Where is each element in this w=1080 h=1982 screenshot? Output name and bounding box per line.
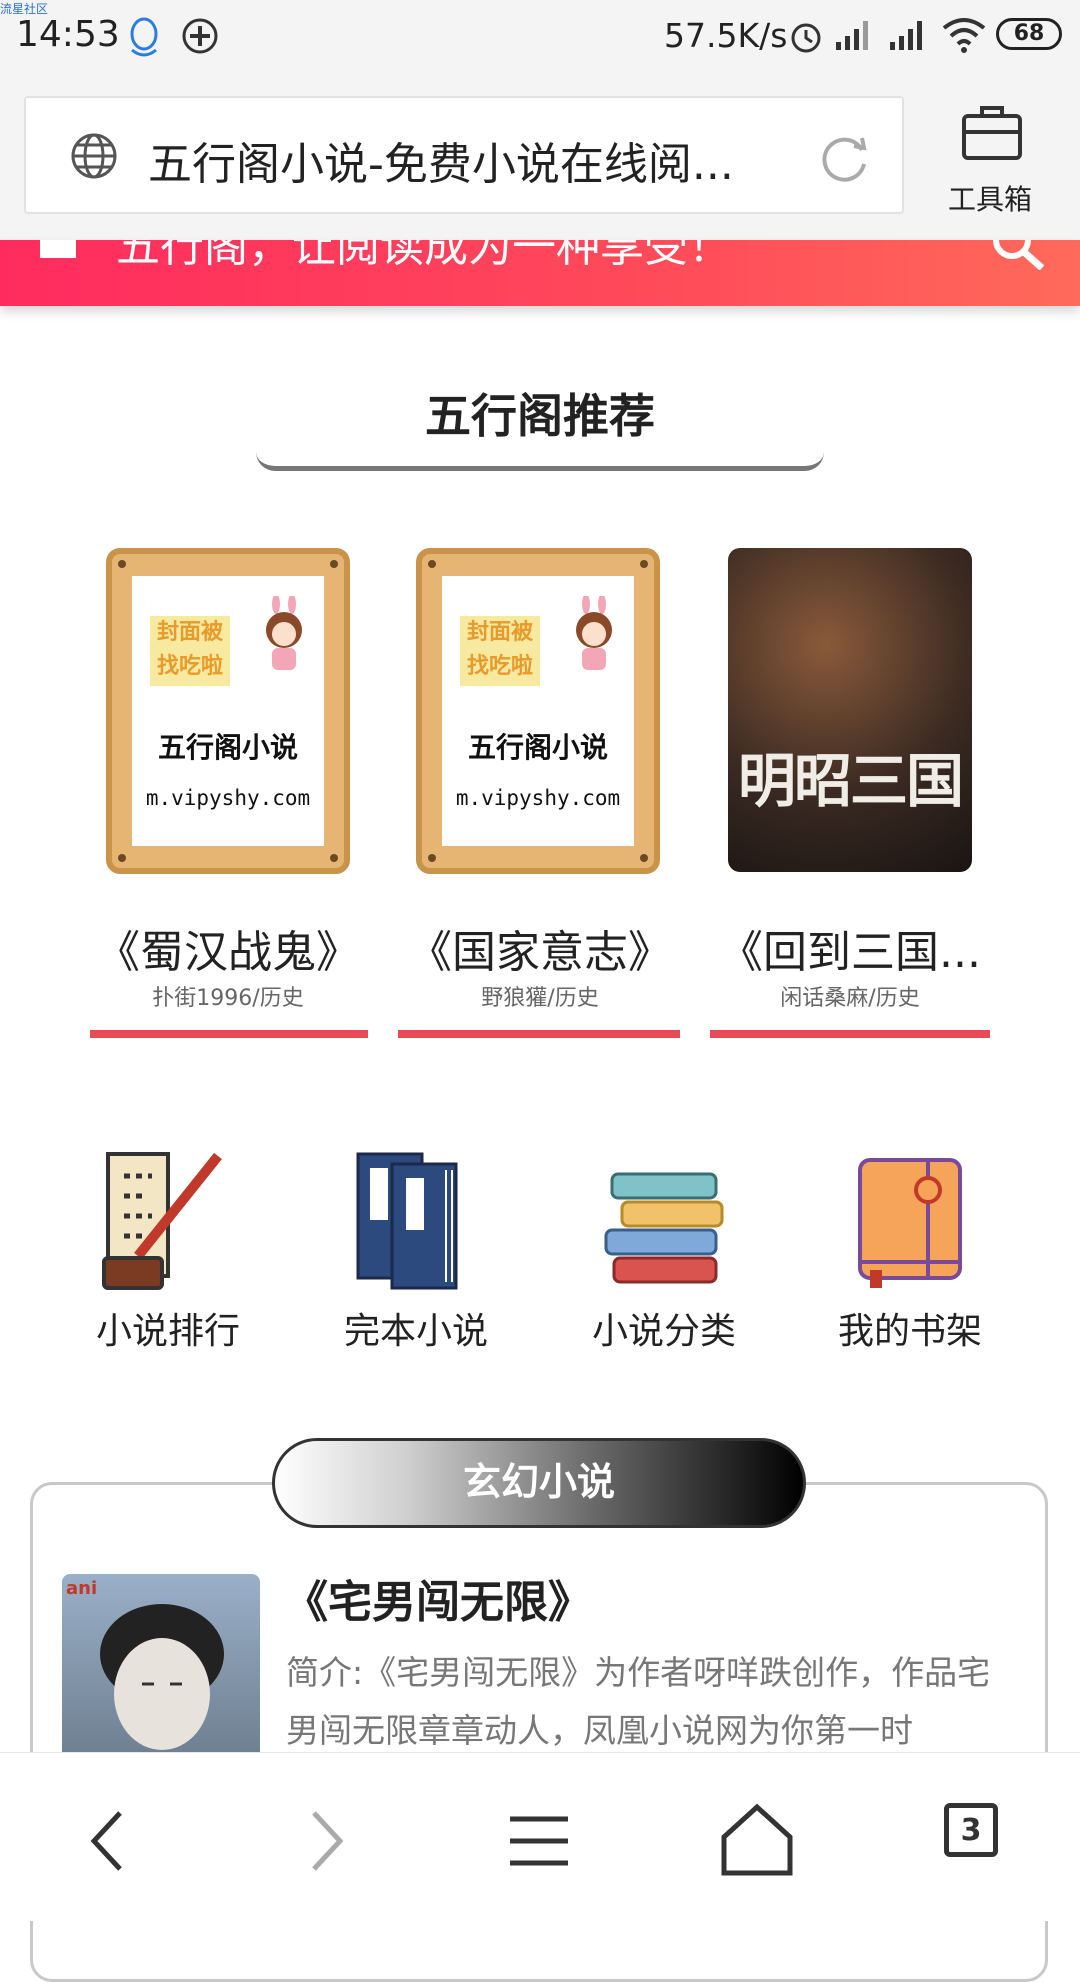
qq-icon xyxy=(130,17,158,57)
wifi-icon xyxy=(942,18,986,53)
book-cover-placeholder[interactable]: 封面被找吃啦 五行阁小说 m.vipyshy.com xyxy=(416,548,660,874)
cartoon-girl-icon xyxy=(576,596,612,670)
globe-icon xyxy=(71,133,117,179)
app-notification-icon xyxy=(182,18,218,54)
book-cover-placeholder[interactable]: 封面被找吃啦 五行阁小说 m.vipyshy.com xyxy=(106,548,350,874)
toolbox-icon[interactable] xyxy=(960,100,1024,162)
novel-intro: 简介:《宅男闯无限》为作者呀咩跌创作，作品宅男闯无限章章动人，凤凰小说网为你第一… xyxy=(286,1653,991,1750)
signal-icon-2 xyxy=(890,21,922,50)
signal-icon-1 xyxy=(836,21,868,50)
browser-bottom-nav: 3 xyxy=(0,1752,1080,1921)
book-meta-3: 闲话桑麻/历史 xyxy=(780,986,920,1011)
genre-title-pill[interactable]: 玄幻小说 xyxy=(272,1438,806,1528)
book-title-2[interactable]: 《国家意志》 xyxy=(390,916,690,980)
cover-placeholder-badge: 封面被找吃啦 xyxy=(460,616,540,686)
tabs-button[interactable]: 3 xyxy=(944,1803,998,1857)
cartoon-girl-icon xyxy=(266,596,302,670)
book-title-1[interactable]: 《蜀汉战鬼》 xyxy=(78,916,378,980)
book-title-3[interactable]: 《回到三国... xyxy=(700,916,1000,980)
cover-art-title: 明昭三国 xyxy=(737,747,964,815)
character-portrait xyxy=(100,1604,224,1750)
alarm-icon xyxy=(791,23,821,53)
book-card-3[interactable]: 明昭三国 xyxy=(728,548,972,874)
category-label-classify[interactable]: 小说分类 xyxy=(554,1302,774,1354)
category-label-bookshelf[interactable]: 我的书架 xyxy=(800,1302,1020,1354)
section-title-recommend: 五行阁推荐 xyxy=(425,389,655,443)
menu-icon[interactable] xyxy=(494,1795,584,1885)
scroll-brush-icon xyxy=(102,1152,222,1290)
notebook-icon xyxy=(858,1158,962,1288)
book-card-1[interactable]: 封面被找吃啦 五行阁小说 m.vipyshy.com xyxy=(106,548,350,874)
site-slogan: 五行阁，让阅读成为一种享受！ xyxy=(116,240,732,272)
book-underline-2 xyxy=(398,1030,680,1038)
section-title-underline xyxy=(256,452,824,471)
book-meta-2: 野狼獾/历史 xyxy=(481,986,599,1011)
category-label-ranking[interactable]: 小说排行 xyxy=(58,1302,278,1354)
cover-publisher-logo: ani xyxy=(66,1578,98,1599)
toolbox-label[interactable]: 工具箱 xyxy=(948,178,1032,218)
book-underline-3 xyxy=(710,1030,990,1038)
book-cover-image[interactable]: 明昭三国 xyxy=(728,548,972,872)
cover-placeholder-badge: 封面被找吃啦 xyxy=(150,616,230,686)
book-underline-1 xyxy=(90,1030,368,1038)
books-blue-icon xyxy=(356,1152,458,1290)
novel-title[interactable]: 《宅男闯无限》 xyxy=(284,1566,592,1630)
novel-cover-image[interactable]: ani xyxy=(62,1574,260,1764)
site-header-banner: 五行阁，让阅读成为一种享受！ xyxy=(0,240,1080,306)
home-nav-icon[interactable] xyxy=(712,1795,802,1885)
cover-site-name: 五行阁小说 xyxy=(467,731,608,764)
url-field[interactable]: 五行阁小说-免费小说在线阅... xyxy=(24,96,904,214)
search-icon[interactable] xyxy=(990,240,1050,270)
clock: 14:53 xyxy=(16,14,120,55)
book-meta-1: 扑街1996/历史 xyxy=(152,986,304,1011)
category-label-completed[interactable]: 完本小说 xyxy=(306,1302,526,1354)
battery-indicator: 68 xyxy=(996,18,1062,50)
back-icon[interactable] xyxy=(62,1795,152,1885)
book-card-2[interactable]: 封面被找吃啦 五行阁小说 m.vipyshy.com xyxy=(416,548,660,874)
book-stack-icon xyxy=(604,1172,724,1284)
cover-domain: m.vipyshy.com xyxy=(455,786,621,810)
browser-address-bar: 五行阁小说-免费小说在线阅... 工具箱 xyxy=(0,80,1080,240)
status-bar: 流星社区 14:53 57.5K/s 68 xyxy=(0,0,1080,80)
network-speed: 57.5K/s xyxy=(664,16,788,55)
page-title-in-url: 五行阁小说-免费小说在线阅... xyxy=(148,139,734,190)
cover-site-name: 五行阁小说 xyxy=(157,731,298,764)
cover-domain: m.vipyshy.com xyxy=(145,786,311,810)
refresh-icon[interactable] xyxy=(818,132,872,186)
forward-icon[interactable] xyxy=(282,1795,372,1885)
home-icon[interactable] xyxy=(36,240,80,260)
